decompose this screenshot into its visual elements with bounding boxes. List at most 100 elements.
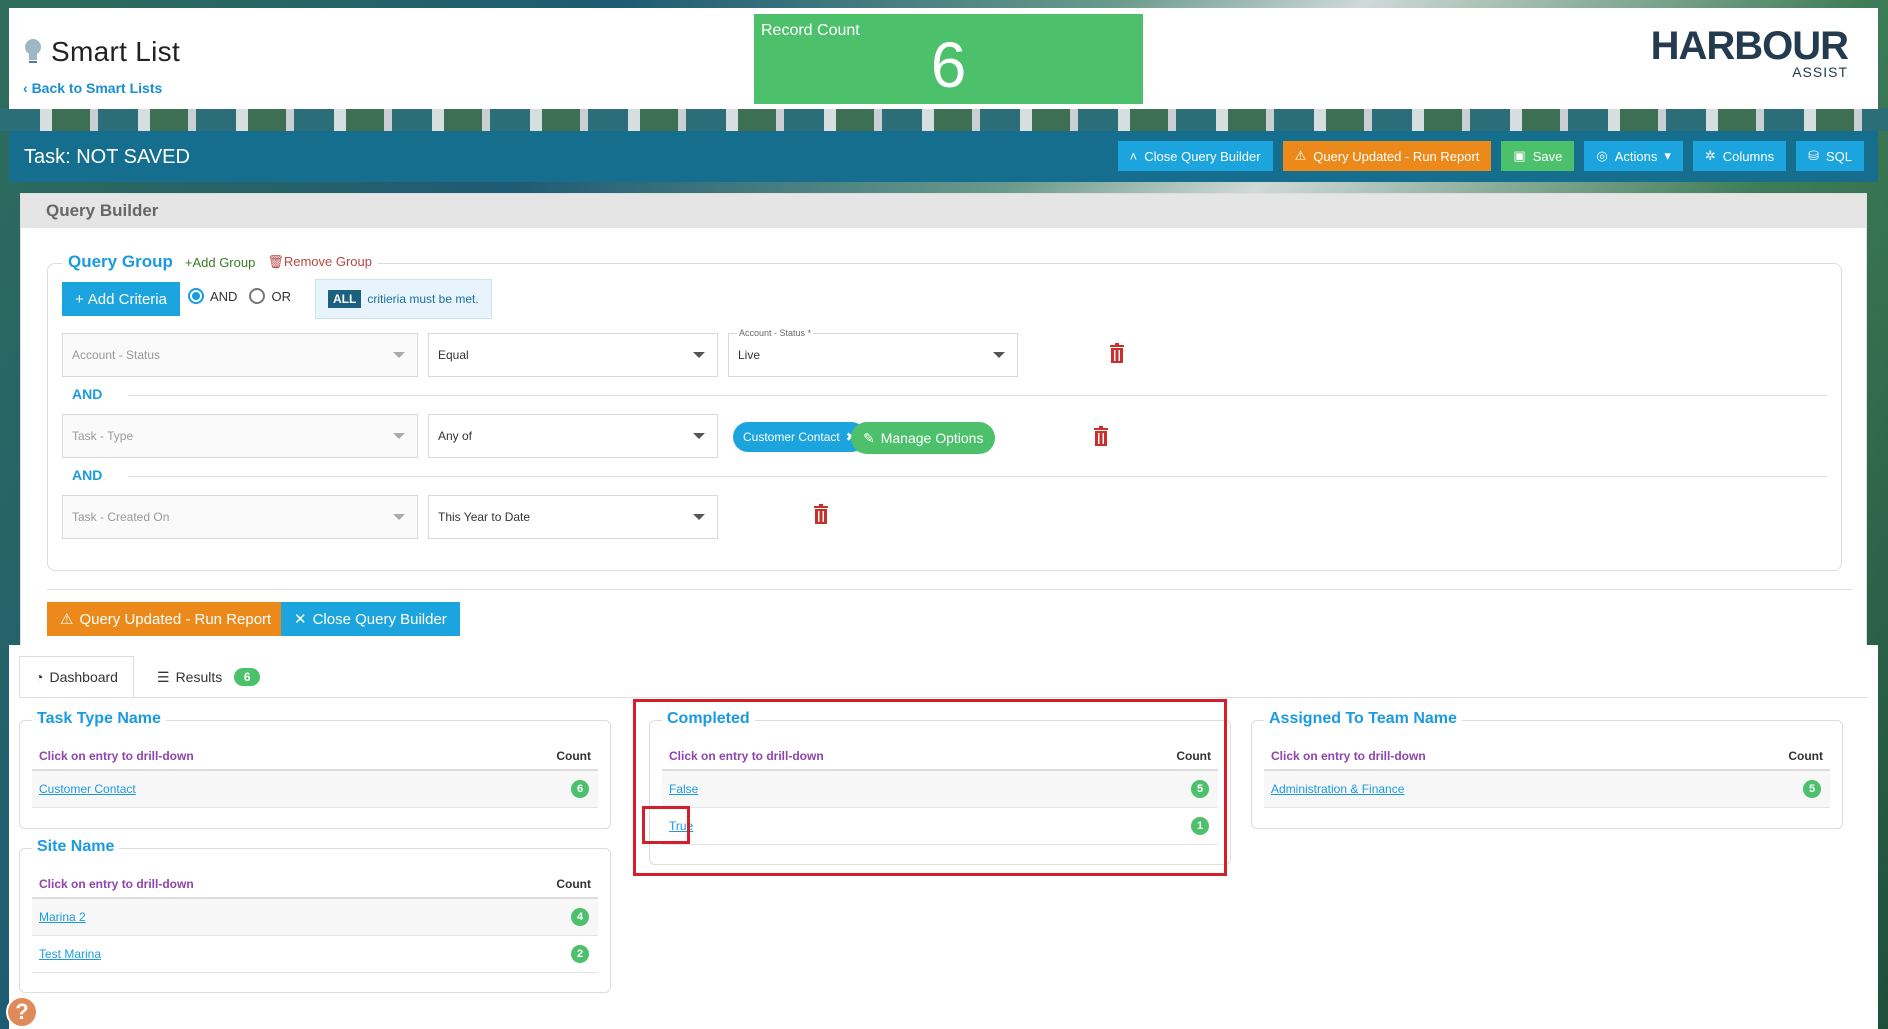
database-icon: ⛁: [1808, 148, 1819, 163]
and-radio-label: AND: [210, 288, 238, 304]
sql-button[interactable]: ⛁ SQL: [1796, 141, 1864, 171]
delete-criteria-trash-icon[interactable]: [1109, 343, 1125, 363]
delete-criteria-trash-icon[interactable]: [1093, 426, 1109, 446]
background-photo-strip: [0, 108, 1888, 131]
field-select-value: Account - Status: [72, 348, 161, 362]
table-row: Customer Contact 6: [32, 771, 598, 808]
operator-select-equal[interactable]: Equal: [428, 333, 718, 377]
count-header: Count: [1176, 749, 1211, 763]
query-builder-panel: Query Builder Query Group +Add Group 🗑Re…: [20, 193, 1867, 647]
caret-down-icon: [993, 352, 1005, 358]
criteria-match-text: critieria must be met.: [367, 292, 479, 306]
back-link-label: Back to Smart Lists: [31, 80, 163, 96]
or-radio[interactable]: [249, 288, 266, 304]
bottom-run-report-label: Query Updated - Run Report: [79, 610, 272, 628]
widget-title: Site Name: [32, 838, 120, 856]
widget-header-row: Click on entry to drill-down Count: [662, 743, 1218, 771]
operator-select-this-year-to-date[interactable]: This Year to Date: [428, 495, 718, 539]
plus-icon: +: [75, 290, 84, 308]
edit-icon: ✎: [863, 429, 875, 446]
warning-icon: ⚠: [60, 611, 74, 628]
task-toolbar: Task: NOT SAVED ˄ Close Query Builder ⚠ …: [9, 131, 1878, 182]
selected-option-chip[interactable]: Customer Contact ✖: [733, 422, 866, 452]
trash-icon: 🗑: [267, 254, 284, 269]
drill-down-link[interactable]: Marina 2: [39, 910, 86, 924]
query-builder-heading: Query Builder: [21, 194, 1866, 228]
operator-select-value: Equal: [438, 348, 469, 362]
run-report-button[interactable]: ⚠ Query Updated - Run Report: [1282, 141, 1492, 171]
drill-down-hint: Click on entry to drill-down: [39, 749, 194, 763]
tab-dashboard[interactable]: ◔ Dashboard: [19, 656, 134, 698]
operator-select-any-of[interactable]: Any of: [428, 414, 718, 458]
count-header: Count: [556, 877, 591, 891]
tab-dashboard-label: Dashboard: [49, 669, 118, 685]
count-header: Count: [1788, 749, 1823, 763]
tab-results-label: Results: [175, 669, 223, 685]
close-query-builder-button[interactable]: ˄ Close Query Builder: [1117, 141, 1273, 171]
value-select-live[interactable]: Account - Status * Live: [728, 328, 1018, 377]
run-report-label: Query Updated - Run Report: [1313, 148, 1480, 164]
caret-down-icon: ▾: [1664, 148, 1671, 163]
drill-down-link[interactable]: Administration & Finance: [1271, 782, 1404, 796]
field-select-value: Task - Created On: [72, 510, 170, 524]
save-label: Save: [1532, 148, 1563, 164]
columns-button[interactable]: ✲ Columns: [1692, 141, 1787, 171]
caret-down-icon: [393, 433, 405, 439]
bottom-close-query-builder-button[interactable]: ✕ Close Query Builder: [281, 602, 460, 636]
value-select-value: Live: [738, 348, 761, 362]
drill-down-link[interactable]: Customer Contact: [39, 782, 136, 796]
save-button[interactable]: ▣ Save: [1501, 141, 1575, 171]
bottom-run-report-button[interactable]: ⚠ Query Updated - Run Report: [47, 602, 285, 636]
add-group-button[interactable]: +Add Group: [185, 255, 255, 270]
manage-options-label: Manage Options: [880, 430, 984, 446]
caret-down-icon: [693, 433, 705, 439]
panel-divider: [47, 589, 1852, 590]
remove-group-button[interactable]: 🗑Remove Group: [267, 254, 372, 270]
criteria-match-info: ALL critieria must be met.: [315, 279, 492, 319]
toolbar-buttons: ˄ Close Query Builder ⚠ Query Updated - …: [1117, 141, 1864, 171]
widget-completed: Completed Click on entry to drill-down C…: [649, 710, 1231, 865]
widget-header-row: Click on entry to drill-down Count: [32, 743, 598, 771]
drill-down-link[interactable]: True: [669, 819, 693, 833]
results-area: ◔ Dashboard ☰ Results 6 Task Type Name C…: [9, 645, 1878, 1029]
help-button[interactable]: ?: [6, 996, 38, 1028]
tab-divider: [19, 697, 1868, 698]
count-badge: 2: [571, 945, 589, 963]
chip-label: Customer Contact: [743, 430, 840, 444]
count-badge: 1: [1191, 817, 1209, 835]
actions-dropdown-button[interactable]: ◎ Actions ▾: [1584, 141, 1683, 171]
record-count-card: Record Count 6: [754, 14, 1143, 104]
or-radio-label: OR: [271, 288, 291, 304]
field-select-task-type[interactable]: Task - Type: [62, 414, 418, 458]
drill-down-hint: Click on entry to drill-down: [1271, 749, 1426, 763]
back-to-smart-lists-link[interactable]: ‹ Back to Smart Lists: [23, 80, 162, 96]
widget-header-row: Click on entry to drill-down Count: [1264, 743, 1830, 771]
tab-results[interactable]: ☰ Results 6: [157, 656, 261, 698]
operator-select-value: This Year to Date: [438, 510, 531, 524]
drill-down-hint: Click on entry to drill-down: [669, 749, 824, 763]
record-count-value: 6: [930, 29, 967, 101]
task-title: Task: NOT SAVED: [24, 146, 190, 168]
delete-criteria-trash-icon[interactable]: [813, 504, 829, 524]
close-query-builder-label: Close Query Builder: [1144, 148, 1261, 164]
chevron-up-icon: ˄: [1129, 148, 1138, 164]
table-row: Marina 2 4: [32, 899, 598, 936]
add-criteria-button[interactable]: + Add Criteria: [62, 282, 180, 316]
harbour-assist-logo: HARBOUR ASSIST: [1651, 26, 1849, 80]
manage-options-button[interactable]: ✎ Manage Options: [851, 422, 996, 454]
and-radio[interactable]: [188, 288, 204, 304]
widget-task-type-name: Task Type Name Click on entry to drill-d…: [19, 710, 611, 829]
criteria-row-3: Task - Created On This Year to Date: [62, 495, 1842, 539]
sql-label: SQL: [1825, 148, 1852, 164]
count-badge: 5: [1803, 780, 1821, 798]
field-select-account-status[interactable]: Account - Status: [62, 333, 418, 377]
drill-down-link[interactable]: False: [669, 782, 698, 796]
query-group: Query Group +Add Group 🗑Remove Group + Ad…: [47, 252, 1842, 571]
value-select-float-label: Account - Status *: [737, 328, 814, 338]
widget-header-row: Click on entry to drill-down Count: [32, 871, 598, 899]
and-connector-2: AND: [72, 467, 103, 483]
add-group-label: Add Group: [192, 254, 256, 270]
drill-down-link[interactable]: Test Marina: [39, 947, 101, 961]
field-select-task-created-on[interactable]: Task - Created On: [62, 495, 418, 539]
actions-label: Actions: [1614, 148, 1658, 164]
